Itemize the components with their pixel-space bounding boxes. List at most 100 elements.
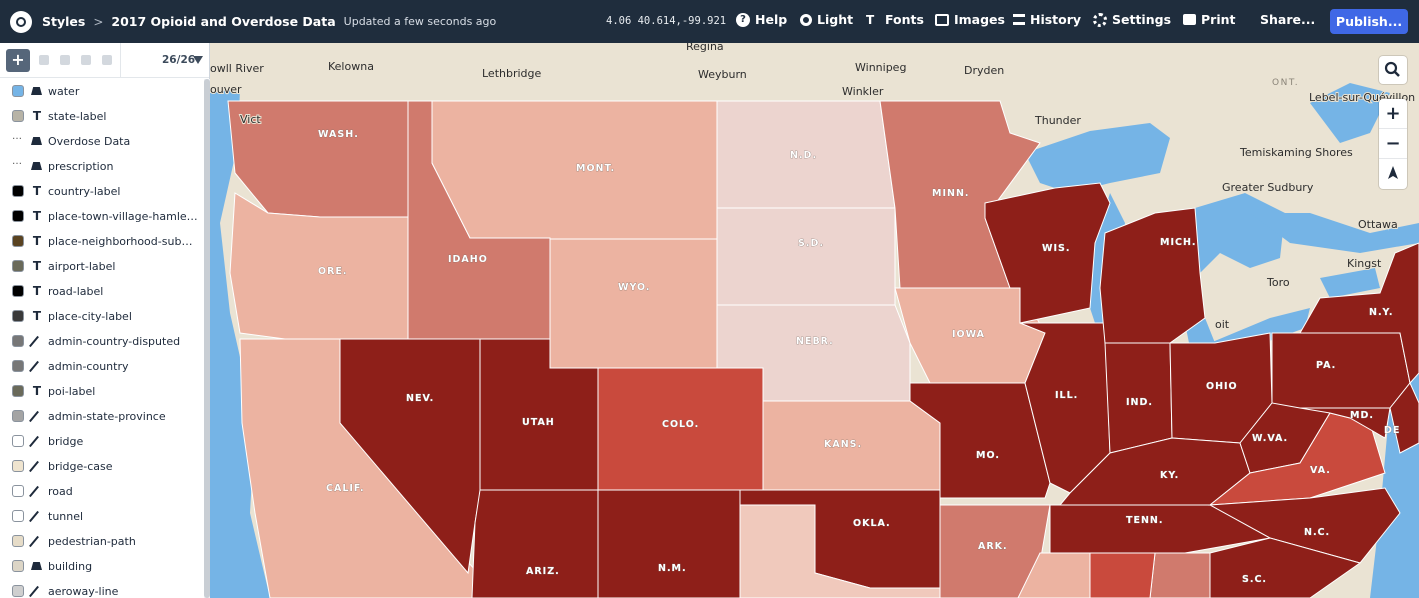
layer-item[interactable]: aeroway-line bbox=[0, 579, 204, 598]
layer-item[interactable]: Tpoi-label bbox=[0, 379, 204, 404]
breadcrumb-styles[interactable]: Styles bbox=[42, 14, 85, 29]
place-label: Toro bbox=[1266, 276, 1290, 289]
place-label: Weyburn bbox=[698, 68, 747, 81]
map-position-readout: 4.06 40.614,-99.921 bbox=[606, 15, 727, 27]
layer-item[interactable]: road bbox=[0, 479, 204, 504]
state-label: MD. bbox=[1350, 410, 1374, 421]
font-icon: T bbox=[866, 12, 875, 27]
add-layer-button[interactable]: + bbox=[6, 49, 30, 72]
filter-icon[interactable] bbox=[193, 56, 203, 64]
layer-swatch bbox=[12, 335, 24, 347]
layer-swatch bbox=[12, 585, 24, 597]
layer-item[interactable]: building bbox=[0, 554, 204, 579]
state-label: ILL. bbox=[1055, 390, 1078, 401]
help-button[interactable]: ? Help bbox=[736, 12, 787, 27]
state-label: ARK. bbox=[978, 541, 1008, 552]
layer-swatch bbox=[12, 385, 24, 397]
layer-swatch bbox=[12, 410, 24, 422]
zoom-out-button[interactable]: − bbox=[1379, 129, 1407, 159]
fill-layer-icon bbox=[31, 137, 42, 145]
state-sd bbox=[716, 207, 896, 306]
mapbox-logo-icon[interactable] bbox=[10, 10, 32, 33]
layer-item[interactable]: admin-country-disputed bbox=[0, 329, 204, 354]
layer-item[interactable]: admin-state-province bbox=[0, 404, 204, 429]
place-label: Thunder bbox=[1034, 114, 1081, 127]
printer-icon bbox=[1183, 14, 1196, 25]
settings-button[interactable]: Settings bbox=[1093, 12, 1171, 27]
print-button[interactable]: Print bbox=[1183, 12, 1236, 27]
history-icon bbox=[1013, 14, 1025, 25]
state-mich bbox=[1099, 207, 1206, 344]
state-wyo bbox=[549, 238, 718, 369]
fill-layer-icon bbox=[31, 562, 42, 570]
layer-item[interactable]: Tcountry-label bbox=[0, 179, 204, 204]
place-label: Temiskaming Shores bbox=[1239, 146, 1353, 159]
compass-button[interactable] bbox=[1379, 159, 1407, 189]
layer-swatch bbox=[12, 285, 24, 297]
share-button[interactable]: Share... bbox=[1260, 12, 1315, 27]
state-label: W.VA. bbox=[1252, 433, 1288, 444]
place-label: Greater Sudbury bbox=[1222, 181, 1314, 194]
layer-list: water Tstate-label … Overdose Data … prescrip… bbox=[0, 79, 204, 598]
layer-name: place-neighborhood-suburb-... bbox=[48, 235, 198, 248]
layer-item[interactable]: admin-country bbox=[0, 354, 204, 379]
state-label: NEV. bbox=[406, 393, 434, 404]
symbol-layer-icon: T bbox=[32, 209, 42, 223]
place-label: owll River bbox=[210, 62, 264, 75]
layer-item[interactable]: Tstate-label bbox=[0, 104, 204, 129]
fonts-button[interactable]: T Fonts bbox=[866, 12, 924, 27]
layer-swatch bbox=[12, 185, 24, 197]
state-label: S.D. bbox=[798, 238, 824, 249]
map-svg[interactable]: WASH. ORE. CALIF. IDAHO NEV. MONT. WYO. … bbox=[210, 43, 1419, 598]
folder-icon[interactable] bbox=[60, 55, 70, 65]
line-layer-icon bbox=[29, 435, 39, 448]
state-label: COLO. bbox=[662, 419, 699, 430]
layer-item[interactable]: Tplace-city-label bbox=[0, 304, 204, 329]
layer-item[interactable]: Tairport-label bbox=[0, 254, 204, 279]
layer-item[interactable]: bridge-case bbox=[0, 454, 204, 479]
state-label: OHIO bbox=[1206, 381, 1238, 392]
symbol-layer-icon: T bbox=[32, 309, 42, 323]
map-search-button[interactable] bbox=[1379, 56, 1407, 84]
top-bar: Styles > 2017 Opioid and Overdose Data U… bbox=[0, 0, 1419, 43]
place-label: Vict bbox=[240, 113, 261, 126]
fonts-label: Fonts bbox=[885, 12, 924, 27]
trash-icon[interactable] bbox=[102, 55, 112, 65]
images-button[interactable]: Images bbox=[935, 12, 1005, 27]
layer-swatch bbox=[12, 485, 24, 497]
state-label: IND. bbox=[1126, 397, 1153, 408]
layer-item[interactable]: water bbox=[0, 79, 204, 104]
layer-name: prescription bbox=[48, 160, 114, 173]
layer-name: country-label bbox=[48, 185, 121, 198]
layer-item[interactable]: pedestrian-path bbox=[0, 529, 204, 554]
map-canvas[interactable]: WASH. ORE. CALIF. IDAHO NEV. MONT. WYO. … bbox=[210, 43, 1419, 598]
symbol-layer-icon: T bbox=[32, 384, 42, 398]
layer-item[interactable]: Tplace-town-village-hamlet-la... bbox=[0, 204, 204, 229]
search-icon bbox=[1384, 61, 1400, 77]
layer-item[interactable]: Tplace-neighborhood-suburb-... bbox=[0, 229, 204, 254]
zoom-in-button[interactable]: + bbox=[1379, 99, 1407, 129]
state-label: ARIZ. bbox=[526, 566, 560, 577]
layer-name: airport-label bbox=[48, 260, 116, 273]
state-pa bbox=[1271, 332, 1411, 409]
history-button[interactable]: History bbox=[1013, 12, 1081, 27]
place-label: Winkler bbox=[842, 85, 884, 98]
breadcrumb-separator: > bbox=[93, 14, 104, 29]
layer-item[interactable]: Troad-label bbox=[0, 279, 204, 304]
duplicate-icon[interactable] bbox=[39, 55, 49, 65]
layer-item[interactable]: tunnel bbox=[0, 504, 204, 529]
style-name[interactable]: 2017 Opioid and Overdose Data bbox=[111, 14, 335, 29]
layer-item[interactable]: bridge bbox=[0, 429, 204, 454]
symbol-layer-icon: T bbox=[32, 184, 42, 198]
layer-swatch bbox=[12, 85, 24, 97]
place-label: Kelowna bbox=[328, 60, 374, 73]
light-button[interactable]: Light bbox=[800, 12, 853, 27]
layer-toolbar: + 26/26 bbox=[0, 43, 209, 78]
symbol-layer-icon: T bbox=[32, 284, 42, 298]
layer-item[interactable]: … prescription bbox=[0, 154, 204, 179]
layer-item[interactable]: … Overdose Data bbox=[0, 129, 204, 154]
publish-button[interactable]: Publish... bbox=[1330, 9, 1408, 34]
state-label: N.Y. bbox=[1369, 307, 1393, 318]
hide-icon[interactable] bbox=[81, 55, 91, 65]
layer-swatch bbox=[12, 510, 24, 522]
